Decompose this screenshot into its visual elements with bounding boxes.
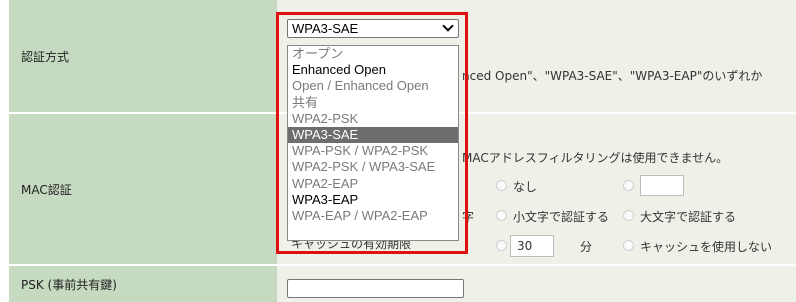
auth-option-selected[interactable]: WPA3-SAE — [288, 126, 458, 144]
psk-input[interactable] — [287, 279, 464, 298]
row-divider — [9, 264, 796, 266]
auth-option[interactable]: WPA3-EAP — [288, 192, 458, 208]
chevron-down-icon — [442, 20, 454, 32]
auth-option[interactable]: 共有 — [288, 95, 458, 111]
mac-auth-label-cell: MAC認証 — [9, 114, 277, 264]
custom-value-input[interactable] — [640, 175, 684, 196]
radio-none[interactable] — [496, 180, 507, 191]
radio-no-cache-label: キャッシュを使用しない — [640, 240, 773, 254]
cache-minutes-input[interactable]: 30 — [510, 235, 554, 257]
auth-method-label: 認証方式 — [21, 49, 70, 64]
auth-method-label-cell: 認証方式 — [9, 0, 277, 112]
auth-option[interactable]: WPA2-EAP — [288, 176, 458, 192]
radio-no-cache[interactable] — [623, 240, 634, 251]
cache-expiry-label: キャッシュの有効期限 — [291, 240, 412, 250]
auth-method-select[interactable]: WPA3-SAE — [287, 19, 459, 38]
lower-row-prefix: 字 — [462, 210, 475, 224]
mac-auth-label: MAC認証 — [21, 182, 72, 197]
radio-none-label: なし — [513, 180, 538, 194]
auth-method-selected: WPA3-SAE — [292, 21, 359, 36]
auth-option[interactable]: WPA2-PSK — [288, 111, 458, 127]
psk-label-cell: PSK (事前共有鍵) — [9, 266, 277, 302]
radio-uppercase-label: 大文字で認証する — [640, 210, 737, 224]
radio-custom[interactable] — [623, 180, 634, 191]
radio-lowercase-label: 小文字で認証する — [513, 210, 610, 224]
auth-option[interactable]: オープン — [288, 46, 458, 62]
mac-filter-note: MACアドレスフィルタリングは使用できません。 — [462, 151, 729, 165]
radio-uppercase[interactable] — [623, 210, 634, 221]
auth-option[interactable]: WPA-PSK / WPA2-PSK — [288, 143, 458, 159]
auth-option[interactable]: Enhanced Open — [288, 62, 458, 78]
radio-lowercase[interactable] — [496, 210, 507, 221]
auth-method-note: nced Open"、"WPA3-SAE"、"WPA3-EAP"のいずれか — [462, 69, 763, 83]
cache-label-clip: キャッシュの有効期限 — [287, 240, 459, 250]
cache-minutes-unit: 分 — [580, 240, 593, 254]
auth-option[interactable]: WPA-EAP / WPA2-EAP — [288, 208, 458, 224]
radio-cache-expiry[interactable] — [496, 240, 507, 251]
psk-label: PSK (事前共有鍵) — [21, 277, 117, 292]
auth-method-dropdown[interactable]: オープン Enhanced Open Open / Enhanced Open … — [287, 45, 459, 241]
auth-option[interactable]: WPA2-PSK / WPA3-SAE — [288, 159, 458, 175]
auth-option[interactable]: Open / Enhanced Open — [288, 78, 458, 94]
